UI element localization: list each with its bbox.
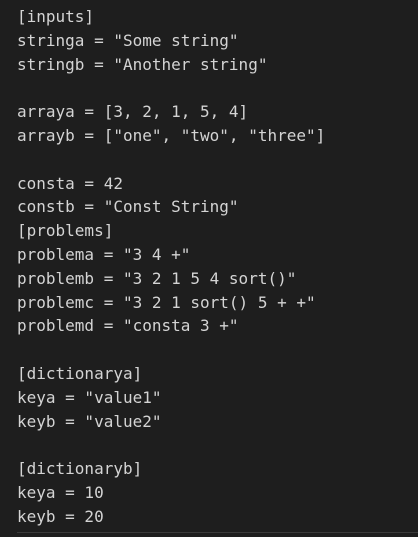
code-line[interactable]: keyb = "value2" <box>17 410 418 434</box>
code-line[interactable] <box>17 433 418 457</box>
editor-bottom-divider <box>17 532 418 533</box>
code-line[interactable]: problemb = "3 2 1 5 4 sort()" <box>17 267 418 291</box>
code-line[interactable]: stringa = "Some string" <box>17 29 418 53</box>
code-line[interactable]: problemc = "3 2 1 sort() 5 + +" <box>17 291 418 315</box>
code-line[interactable]: stringb = "Another string" <box>17 53 418 77</box>
code-line[interactable] <box>17 76 418 100</box>
code-line[interactable]: [dictionaryb] <box>17 457 418 481</box>
code-line[interactable]: problema = "3 4 +" <box>17 243 418 267</box>
code-line[interactable]: [problems] <box>17 219 418 243</box>
code-line[interactable]: constb = "Const String" <box>17 195 418 219</box>
code-line[interactable]: [dictionarya] <box>17 362 418 386</box>
code-editor[interactable]: [inputs] stringa = "Some string" stringb… <box>0 0 418 537</box>
code-line[interactable]: problemd = "consta 3 +" <box>17 314 418 338</box>
code-line[interactable]: keyb = 20 <box>17 505 418 529</box>
code-line[interactable]: keya = 10 <box>17 481 418 505</box>
code-line[interactable]: keya = "value1" <box>17 386 418 410</box>
code-line[interactable] <box>17 338 418 362</box>
code-line[interactable]: arraya = [3, 2, 1, 5, 4] <box>17 100 418 124</box>
code-line[interactable]: consta = 42 <box>17 172 418 196</box>
code-line[interactable] <box>17 148 418 172</box>
code-line[interactable]: arrayb = ["one", "two", "three"] <box>17 124 418 148</box>
code-line[interactable]: [inputs] <box>17 5 418 29</box>
